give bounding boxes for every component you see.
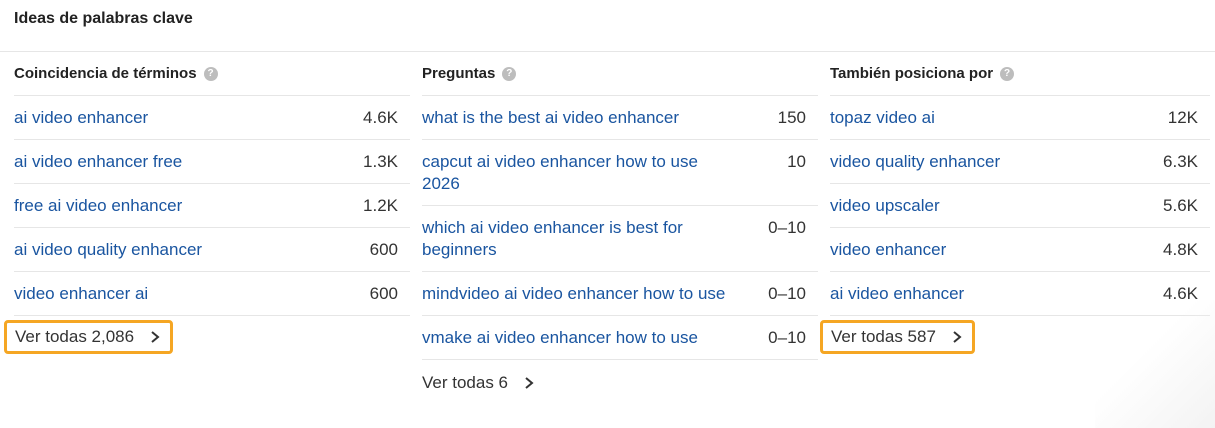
table-row: video enhancer ai 600 bbox=[14, 272, 410, 316]
view-all-button[interactable]: Ver todas 587 bbox=[820, 320, 975, 354]
table-row: free ai video enhancer 1.2K bbox=[14, 184, 410, 228]
table-row: ai video quality enhancer 600 bbox=[14, 228, 410, 272]
table-row: capcut ai video enhancer how to use 2026… bbox=[422, 140, 818, 206]
volume: 1.2K bbox=[363, 196, 398, 215]
table-row: topaz video ai 12K bbox=[830, 96, 1210, 140]
volume: 1.3K bbox=[363, 152, 398, 171]
section-title: Ideas de palabras clave bbox=[14, 10, 193, 27]
column-term-match: Coincidencia de términos ? ai video enha… bbox=[4, 52, 410, 354]
table-row: vmake ai video enhancer how to use 0–10 bbox=[422, 316, 818, 360]
table-row: ai video enhancer 4.6K bbox=[14, 96, 410, 140]
corner-shadow bbox=[1095, 300, 1215, 428]
keyword-link[interactable]: which ai video enhancer is best for begi… bbox=[422, 217, 732, 261]
keyword-link[interactable]: ai video enhancer free bbox=[14, 151, 182, 173]
column-header: Coincidencia de términos ? bbox=[14, 52, 410, 96]
keyword-link[interactable]: mindvideo ai video enhancer how to use bbox=[422, 283, 725, 305]
keyword-link[interactable]: capcut ai video enhancer how to use 2026 bbox=[422, 151, 732, 195]
chevron-right-icon bbox=[151, 331, 160, 343]
help-icon[interactable]: ? bbox=[502, 66, 517, 81]
table-row: what is the best ai video enhancer 150 bbox=[422, 96, 818, 140]
view-all-button[interactable]: Ver todas 6 bbox=[414, 369, 544, 397]
keyword-link[interactable]: ai video quality enhancer bbox=[14, 239, 202, 261]
keyword-link[interactable]: free ai video enhancer bbox=[14, 195, 182, 217]
volume: 600 bbox=[369, 240, 398, 259]
table-row: which ai video enhancer is best for begi… bbox=[422, 206, 818, 272]
volume: 5.6K bbox=[1163, 196, 1198, 215]
volume: 0–10 bbox=[768, 218, 806, 237]
chevron-right-icon bbox=[525, 377, 534, 389]
volume: 0–10 bbox=[768, 328, 806, 347]
keyword-link[interactable]: vmake ai video enhancer how to use bbox=[422, 327, 698, 349]
keyword-link[interactable]: video upscaler bbox=[830, 195, 940, 217]
keyword-link[interactable]: video quality enhancer bbox=[830, 151, 1000, 173]
volume: 600 bbox=[369, 284, 398, 303]
volume: 12K bbox=[1167, 108, 1198, 127]
view-all-button[interactable]: Ver todas 2,086 bbox=[4, 320, 174, 354]
keyword-link[interactable]: ai video enhancer bbox=[830, 283, 964, 305]
keyword-link[interactable]: topaz video ai bbox=[830, 107, 935, 129]
table-row: video quality enhancer 6.3K bbox=[830, 140, 1210, 184]
keyword-link[interactable]: video enhancer ai bbox=[14, 283, 148, 305]
table-row: mindvideo ai video enhancer how to use 0–… bbox=[422, 272, 818, 316]
column-header: También posiciona por ? bbox=[830, 52, 1210, 96]
help-icon[interactable]: ? bbox=[1000, 66, 1015, 81]
column-questions: Preguntas ? what is the best ai video en… bbox=[422, 52, 818, 397]
volume: 10 bbox=[787, 152, 806, 171]
table-row: video enhancer 4.8K bbox=[830, 228, 1210, 272]
help-icon[interactable]: ? bbox=[203, 66, 218, 81]
volume: 4.8K bbox=[1163, 240, 1198, 259]
keyword-link[interactable]: video enhancer bbox=[830, 239, 946, 261]
keyword-link[interactable]: what is the best ai video enhancer bbox=[422, 107, 679, 129]
volume: 0–10 bbox=[768, 284, 806, 303]
volume: 6.3K bbox=[1163, 152, 1198, 171]
column-header: Preguntas ? bbox=[422, 52, 818, 96]
table-row: video upscaler 5.6K bbox=[830, 184, 1210, 228]
volume: 150 bbox=[777, 108, 806, 127]
volume: 4.6K bbox=[363, 108, 398, 127]
chevron-right-icon bbox=[953, 331, 962, 343]
table-row: ai video enhancer free 1.3K bbox=[14, 140, 410, 184]
keyword-link[interactable]: ai video enhancer bbox=[14, 107, 148, 129]
